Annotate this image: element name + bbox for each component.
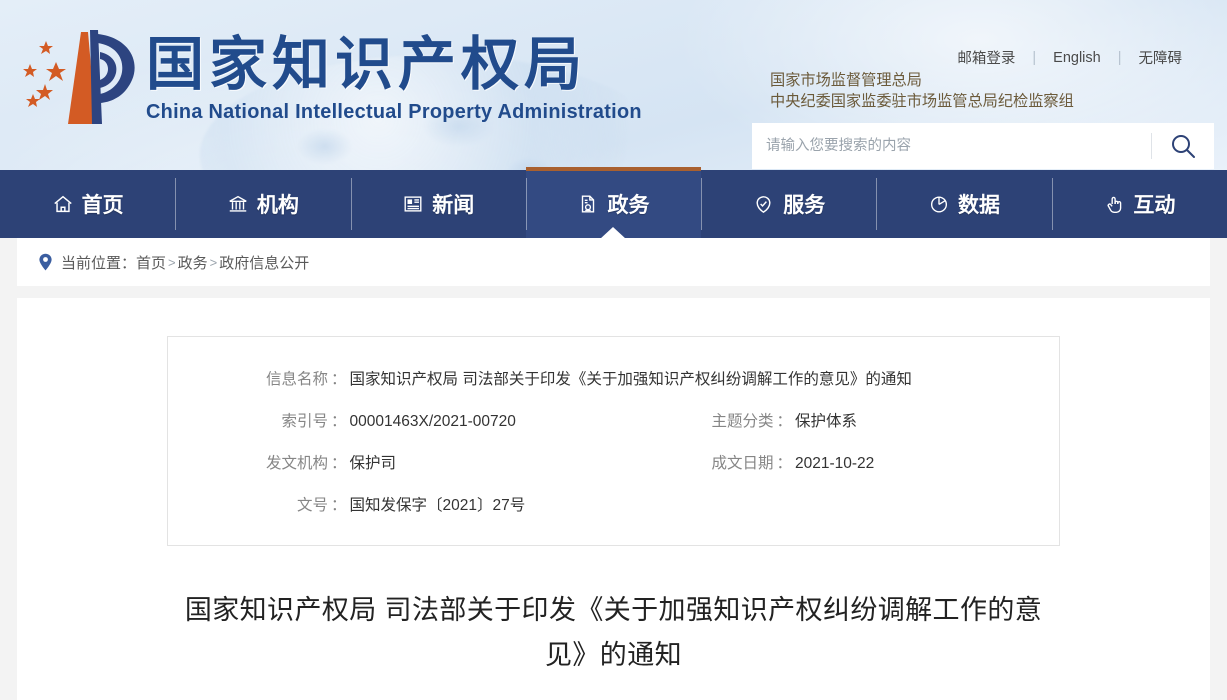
site-logo[interactable]: 国家知识产权局 China National Intellectual Prop… [12, 24, 657, 134]
info-label-index: 索引号 [281, 413, 328, 430]
info-cell-category: 主题分类 ： 保护体系 [614, 410, 1060, 434]
info-label-issuer: 发文机构 [265, 455, 328, 472]
info-label-category: 主题分类 [711, 413, 774, 430]
section-gap [0, 286, 1227, 298]
info-value-category: 保护体系 [795, 413, 858, 430]
info-colon-3: ： [776, 413, 793, 430]
hand-pointer-icon [1103, 193, 1125, 215]
nav-label-organization: 机构 [256, 194, 299, 217]
breadcrumb: 当前位置： 首页 > 政务 > 政府信息公开 [17, 238, 1210, 286]
nav-item-interaction[interactable]: 互动 [1051, 170, 1227, 238]
nav-label-government-affairs: 政务 [607, 194, 650, 217]
breadcrumb-prefix: 当前位置： [61, 254, 137, 272]
info-cell-date: 成文日期 ： 2021-10-22 [614, 452, 1060, 476]
breadcrumb-wrapper: 当前位置： 首页 > 政务 > 政府信息公开 [0, 238, 1227, 286]
content-wrapper: 信息名称 ： 国家知识产权局 司法部关于印发《关于加强知识产权纠纷调解工作的意见… [0, 298, 1227, 700]
nav-label-interaction: 互动 [1133, 194, 1176, 217]
page-title: 国家知识产权局 司法部关于印发《关于加强知识产权纠纷调解工作的意见》的通知 [184, 595, 1043, 670]
site-header: 国家知识产权局 China National Intellectual Prop… [0, 0, 1227, 170]
document-gov-icon [577, 193, 599, 215]
breadcrumb-link-government-affairs[interactable]: 政务 [178, 252, 208, 273]
info-value-index: 00001463X/2021-00720 [349, 413, 516, 430]
cnipa-emblem-icon [23, 30, 135, 124]
info-colon-6: ： [331, 497, 347, 514]
info-label-name: 信息名称 [265, 371, 328, 388]
nav-label-data: 数据 [958, 194, 1001, 217]
nav-item-organization[interactable]: 机构 [175, 170, 350, 238]
document-info-table: 信息名称 ： 国家知识产权局 司法部关于印发《关于加强知识产权纠纷调解工作的意见… [167, 336, 1060, 546]
info-colon-2: ： [331, 413, 347, 430]
nav-item-news[interactable]: 新闻 [350, 170, 526, 238]
search-icon [1172, 135, 1195, 158]
info-label-docnumber: 文号 [296, 497, 328, 514]
active-tab-caret [600, 227, 627, 239]
info-value-name: 国家知识产权局 司法部关于印发《关于加强知识产权纠纷调解工作的意见》的通知 [349, 371, 912, 388]
info-row-issuer: 发文机构 ： 保护司 成文日期 ： 2021-10-22 [168, 443, 1059, 485]
nav-item-home[interactable]: 首页 [0, 170, 175, 238]
logo-title-cn: 国家知识产权局 [146, 30, 588, 98]
mail-login-link[interactable]: 邮箱登录 [940, 47, 1032, 68]
search-button[interactable] [1152, 123, 1214, 169]
info-colon-1: ： [331, 371, 347, 388]
info-cell-issuer: 发文机构 ： 保护司 [168, 452, 614, 476]
nav-label-news: 新闻 [432, 194, 475, 217]
home-icon [52, 193, 74, 215]
affiliation-block: 国家市场监督管理总局 中央纪委国家监委驻市场监管总局纪检监察组 [770, 70, 1074, 112]
logo-title-en: China National Intellectual Property Adm… [146, 99, 642, 123]
logo-text-block: 国家知识产权局 China National Intellectual Prop… [146, 24, 657, 124]
nav-label-home: 首页 [81, 194, 124, 217]
nav-item-data[interactable]: 数据 [876, 170, 1051, 238]
bank-icon [227, 193, 249, 215]
info-value-issuer: 保护司 [349, 455, 397, 472]
nav-item-government-affairs[interactable]: 政务 [525, 167, 702, 239]
breadcrumb-link-info-disclosure[interactable]: 政府信息公开 [219, 252, 309, 273]
breadcrumb-link-home[interactable]: 首页 [136, 252, 166, 273]
article-card: 信息名称 ： 国家知识产权局 司法部关于印发《关于加强知识产权纠纷调解工作的意见… [17, 298, 1210, 700]
pie-chart-icon [928, 193, 950, 215]
nav-item-service[interactable]: 服务 [701, 170, 876, 238]
breadcrumb-separator-1: > [168, 254, 176, 270]
nav-label-service: 服务 [783, 194, 826, 217]
newspaper-icon [402, 193, 424, 215]
breadcrumb-separator-2: > [209, 254, 218, 270]
info-colon-5: ： [776, 455, 793, 472]
info-row-name: 信息名称 ： 国家知识产权局 司法部关于印发《关于加强知识产权纠纷调解工作的意见… [168, 359, 1059, 401]
info-value-date: 2021-10-22 [795, 455, 875, 472]
info-cell-docnumber: 文号 ： 国知发保字〔2021〕27号 [168, 494, 1059, 518]
affiliation-line-1: 国家市场监督管理总局 [770, 72, 922, 89]
info-value-docnumber: 国知发保字〔2021〕27号 [349, 497, 526, 514]
location-pin-icon [38, 253, 53, 271]
search-input[interactable] [752, 123, 1151, 169]
accessibility-link[interactable]: 无障碍 [1122, 47, 1200, 68]
info-colon-4: ： [331, 455, 347, 472]
main-navigation: 首页 机构 新闻 政务 服务 数据 互动 [0, 167, 1227, 239]
service-shield-icon [752, 193, 775, 216]
info-label-date: 成文日期 [711, 455, 774, 472]
info-cell-index: 索引号 ： 00001463X/2021-00720 [168, 410, 614, 434]
search-box[interactable] [752, 123, 1214, 169]
info-row-docnumber: 文号 ： 国知发保字〔2021〕27号 [168, 485, 1059, 527]
info-row-index: 索引号 ： 00001463X/2021-00720 主题分类 ： 保护体系 [168, 401, 1059, 443]
top-utility-links: 邮箱登录 | English | 无障碍 [940, 47, 1199, 68]
english-link[interactable]: English [1036, 50, 1118, 66]
info-cell-name: 信息名称 ： 国家知识产权局 司法部关于印发《关于加强知识产权纠纷调解工作的意见… [168, 368, 1059, 392]
affiliation-line-2: 中央纪委国家监委驻市场监管总局纪检监察组 [770, 93, 1074, 110]
